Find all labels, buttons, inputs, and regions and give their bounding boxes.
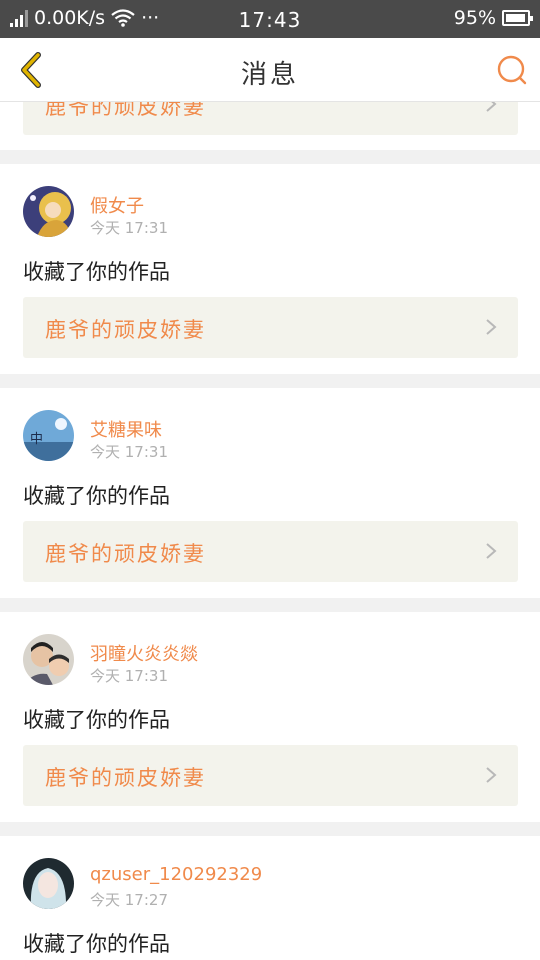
- message-card: 中 艾糖果味 今天 17:31 收藏了你的作品 鹿爷的顽皮娇妻: [0, 388, 540, 598]
- work-link[interactable]: 鹿爷的顽皮娇妻: [23, 745, 518, 806]
- chevron-right-icon: [486, 102, 497, 112]
- user-name[interactable]: 假女子: [90, 192, 144, 218]
- message-action: 收藏了你的作品: [23, 932, 170, 956]
- message-card: 假女子 今天 17:31 收藏了你的作品 鹿爷的顽皮娇妻: [0, 164, 540, 374]
- chevron-right-icon: [486, 543, 497, 559]
- battery-fill: [506, 14, 525, 22]
- battery-percent: 95%: [453, 7, 496, 29]
- status-bar: 0.00K/s ··· 17:43 95%: [0, 0, 540, 38]
- message-card: qzuser_120292329 今天 17:27 收藏了你的作品: [0, 836, 540, 960]
- work-link[interactable]: 鹿爷的顽皮娇妻: [23, 297, 518, 358]
- message-card: 鹿爷的顽皮娇妻: [0, 102, 540, 150]
- work-title: 鹿爷的顽皮娇妻: [45, 542, 206, 566]
- user-name[interactable]: qzuser_120292329: [90, 864, 262, 885]
- user-name[interactable]: 羽瞳火炎炎燚: [90, 640, 198, 666]
- avatar[interactable]: [23, 186, 74, 237]
- search-icon[interactable]: [494, 52, 530, 88]
- avatar[interactable]: [23, 858, 74, 909]
- message-time: 今天 17:27: [90, 891, 168, 909]
- work-link[interactable]: 鹿爷的顽皮娇妻: [23, 102, 518, 135]
- battery-icon: [502, 10, 533, 26]
- message-time: 今天 17:31: [90, 219, 168, 237]
- message-action: 收藏了你的作品: [23, 260, 170, 284]
- work-title: 鹿爷的顽皮娇妻: [45, 318, 206, 342]
- svg-text:中: 中: [30, 432, 43, 447]
- nav-bar: 消息: [0, 38, 540, 102]
- message-action: 收藏了你的作品: [23, 484, 170, 508]
- chevron-right-icon: [486, 319, 497, 335]
- chevron-right-icon: [486, 767, 497, 783]
- page-title: 消息: [240, 60, 299, 90]
- message-time: 今天 17:31: [90, 443, 168, 461]
- message-action: 收藏了你的作品: [23, 708, 170, 732]
- work-link[interactable]: 鹿爷的顽皮娇妻: [23, 521, 518, 582]
- status-right: 95%: [453, 7, 533, 29]
- avatar[interactable]: [23, 634, 74, 685]
- message-time: 今天 17:31: [90, 667, 168, 685]
- avatar[interactable]: 中: [23, 410, 74, 461]
- user-name[interactable]: 艾糖果味: [90, 416, 162, 442]
- message-list[interactable]: 鹿爷的顽皮娇妻 假女子 今天 17:31 收藏了你的作品 鹿爷的顽皮娇妻 中 艾…: [0, 102, 540, 960]
- message-card: 羽瞳火炎炎燚 今天 17:31 收藏了你的作品 鹿爷的顽皮娇妻: [0, 612, 540, 822]
- work-title: 鹿爷的顽皮娇妻: [45, 102, 206, 119]
- work-title: 鹿爷的顽皮娇妻: [45, 766, 206, 790]
